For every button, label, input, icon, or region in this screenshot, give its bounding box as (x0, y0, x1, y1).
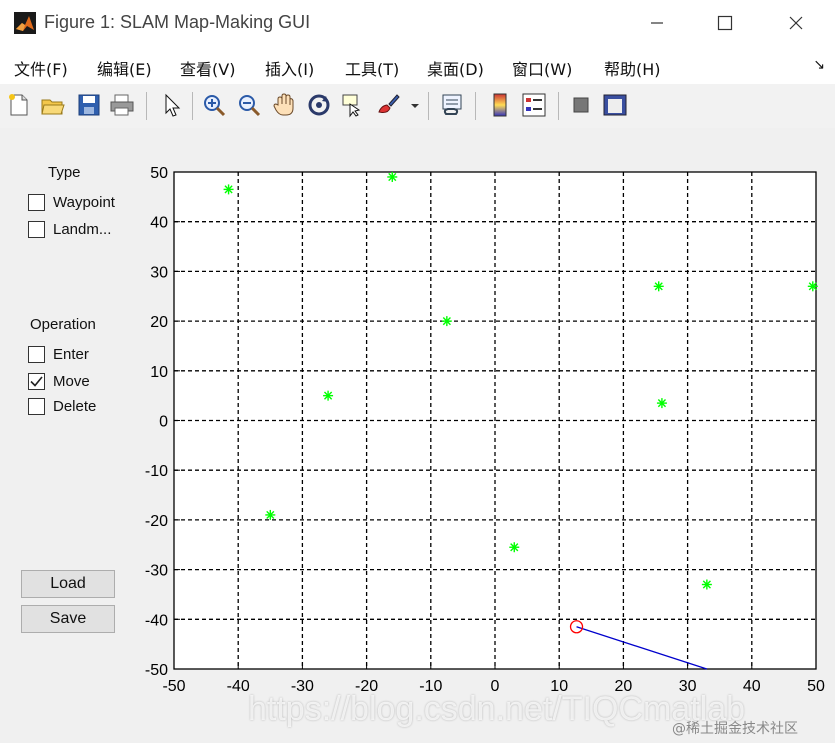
y-tick-label: 50 (150, 165, 168, 182)
x-tick-label: 40 (743, 678, 761, 695)
x-tick-label: -50 (162, 678, 185, 695)
x-tick-label: -40 (227, 678, 250, 695)
y-tick-label: 20 (150, 314, 168, 331)
y-tick-label: 30 (150, 264, 168, 281)
landmark-marker[interactable] (656, 398, 667, 409)
landmark-marker[interactable] (223, 184, 234, 195)
map-axes[interactable]: -50 -40 -30 -20 -10 0 10 20 30 40 50-50-40-30-20-1… (0, 0, 835, 743)
y-tick-label: -40 (145, 612, 168, 629)
landmark-marker[interactable] (441, 316, 452, 327)
y-tick-label: 0 (159, 414, 168, 431)
y-tick-label: 10 (150, 364, 168, 381)
y-tick-label: -20 (145, 513, 168, 530)
landmark-marker[interactable] (265, 509, 276, 520)
y-tick-label: -10 (145, 463, 168, 480)
watermark-corner: @稀土掘金技术社区 (672, 721, 798, 737)
landmark-marker[interactable] (653, 281, 664, 292)
y-tick-label: -50 (145, 662, 168, 679)
landmark-marker[interactable] (701, 579, 712, 590)
x-tick-label: 50 (807, 678, 825, 695)
landmark-marker[interactable] (323, 390, 334, 401)
landmark-marker[interactable] (387, 171, 398, 182)
landmark-marker[interactable] (807, 281, 818, 292)
y-tick-label: -30 (145, 563, 168, 580)
figure-window: Figure 1: SLAM Map-Making GUI 文件(F) 编辑(E… (0, 0, 835, 743)
landmark-marker[interactable] (509, 542, 520, 553)
y-tick-label: 40 (150, 215, 168, 232)
watermark-url: https://blog.csdn.net/TIQCmatlab (248, 690, 746, 728)
